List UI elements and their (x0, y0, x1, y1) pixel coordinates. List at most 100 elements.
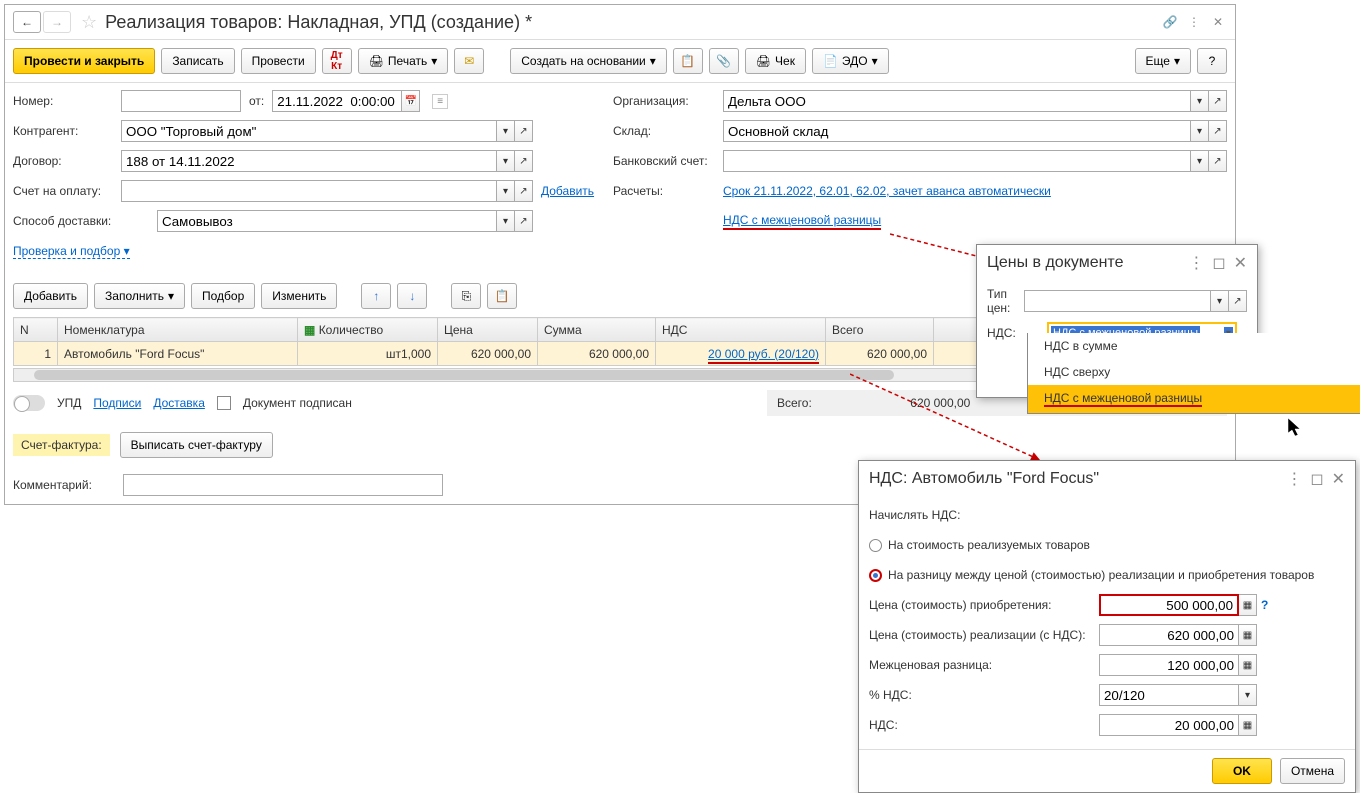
close-icon[interactable]: ✕ (1209, 15, 1227, 29)
price-acq-help-icon[interactable]: ? (1261, 598, 1268, 612)
print-button[interactable]: 🖨 Печать ▾ (358, 48, 449, 74)
more-button[interactable]: Еще ▾ (1135, 48, 1191, 74)
vat-pct-input[interactable] (1099, 684, 1239, 706)
contract-input[interactable] (121, 150, 497, 172)
col-sum[interactable]: Сумма (538, 318, 656, 342)
cell-price[interactable]: 620 000,00 (438, 342, 538, 366)
cell-qty[interactable]: 1,000 шт (298, 342, 438, 366)
price-acq-input[interactable] (1099, 594, 1239, 616)
bank-dropdown-icon[interactable]: ▾ (1191, 150, 1209, 172)
vat-option-diff[interactable]: НДС с межценовой разницы (1028, 385, 1360, 413)
delivery-input[interactable] (157, 210, 497, 232)
doc-signed-checkbox[interactable] (217, 396, 231, 410)
check-select-link[interactable]: Проверка и подбор ▾ (13, 244, 130, 259)
vat-option-in-sum[interactable]: НДС в сумме (1028, 333, 1360, 359)
cell-total[interactable]: 620 000,00 (826, 342, 934, 366)
upd-toggle[interactable] (13, 395, 45, 411)
post-button[interactable]: Провести (241, 48, 316, 74)
link-icon[interactable]: 🔗 (1161, 15, 1179, 29)
edo-button[interactable]: 📄 ЭДО ▾ (812, 48, 889, 74)
col-price[interactable]: Цена (438, 318, 538, 342)
move-down-button[interactable]: ↓ (397, 283, 427, 309)
comment-input[interactable] (123, 474, 443, 496)
col-vat[interactable]: НДС (656, 318, 826, 342)
vat-mode-link[interactable]: НДС с межценовой разницы (723, 213, 881, 230)
price-real-calc-icon[interactable]: ▦ (1239, 624, 1257, 646)
favorite-icon[interactable]: ☆ (81, 12, 97, 33)
move-up-button[interactable]: ↑ (361, 283, 391, 309)
diff-calc-icon[interactable]: ▦ (1239, 654, 1257, 676)
col-total[interactable]: Всего (826, 318, 934, 342)
price-type-dropdown-icon[interactable]: ▾ (1211, 290, 1229, 312)
nav-back-button[interactable]: ← (13, 11, 41, 33)
popup-more-icon[interactable]: ⋮ (1188, 253, 1204, 273)
ok-button[interactable]: OK (1212, 758, 1272, 784)
more-icon[interactable]: ⋮ (1185, 15, 1203, 29)
bank-input[interactable] (723, 150, 1191, 172)
price-type-input[interactable] (1024, 290, 1211, 312)
diff-input[interactable] (1099, 654, 1239, 676)
edit-button[interactable]: Изменить (261, 283, 337, 309)
contract-dropdown-icon[interactable]: ▾ (497, 150, 515, 172)
org-open-icon[interactable]: ↗ (1209, 90, 1227, 112)
popup-max-icon[interactable]: ◻ (1212, 253, 1225, 273)
contractor-dropdown-icon[interactable]: ▾ (497, 120, 515, 142)
add-row-button[interactable]: Добавить (13, 283, 88, 309)
paste-rows-button[interactable]: 📋 (487, 283, 517, 309)
contract-open-icon[interactable]: ↗ (515, 150, 533, 172)
check-button[interactable]: 🖨 Чек (745, 48, 806, 74)
delivery-open-icon[interactable]: ↗ (515, 210, 533, 232)
vat-amount-input[interactable] (1099, 714, 1239, 736)
vat-popup-more-icon[interactable]: ⋮ (1286, 469, 1302, 489)
cell-n[interactable]: 1 (14, 342, 58, 366)
add-invoice-link[interactable]: Добавить (541, 184, 594, 198)
vat-popup-max-icon[interactable]: ◻ (1310, 469, 1323, 489)
org-input[interactable] (723, 90, 1191, 112)
issue-invoice-button[interactable]: Выписать счет-фактуру (120, 432, 273, 458)
invoice-input[interactable] (121, 180, 497, 202)
save-button[interactable]: Записать (161, 48, 234, 74)
invoice-open-icon[interactable]: ↗ (515, 180, 533, 202)
vat-pct-dropdown-icon[interactable]: ▾ (1239, 684, 1257, 706)
help-button[interactable]: ? (1197, 48, 1227, 74)
bank-open-icon[interactable]: ↗ (1209, 150, 1227, 172)
vat-option-on-top[interactable]: НДС сверху (1028, 359, 1360, 385)
contractor-open-icon[interactable]: ↗ (515, 120, 533, 142)
contractor-input[interactable] (121, 120, 497, 142)
org-dropdown-icon[interactable]: ▾ (1191, 90, 1209, 112)
number-input[interactable] (121, 90, 241, 112)
delivery-dropdown-icon[interactable]: ▾ (497, 210, 515, 232)
vat-amount-calc-icon[interactable]: ▦ (1239, 714, 1257, 736)
calc-link[interactable]: Срок 21.11.2022, 62.01, 62.02, зачет ава… (723, 184, 1051, 198)
col-nomen[interactable]: Номенклатура (58, 318, 298, 342)
post-and-close-button[interactable]: Провести и закрыть (13, 48, 155, 74)
nav-forward-button[interactable]: → (43, 11, 71, 33)
col-qty[interactable]: ▦ Количество (298, 318, 438, 342)
delivery-link[interactable]: Доставка (153, 396, 205, 410)
cell-sum[interactable]: 620 000,00 (538, 342, 656, 366)
attach-button[interactable]: 📎 (709, 48, 739, 74)
warehouse-dropdown-icon[interactable]: ▾ (1191, 120, 1209, 142)
popup-close-icon[interactable]: ✕ (1234, 253, 1247, 273)
create-based-button[interactable]: Создать на основании ▾ (510, 48, 667, 74)
price-real-input[interactable] (1099, 624, 1239, 646)
copy-button[interactable]: 📋 (673, 48, 703, 74)
warehouse-input[interactable] (723, 120, 1191, 142)
vat-radio-diff[interactable] (869, 569, 882, 582)
dtct-button[interactable]: ДтКт (322, 48, 352, 74)
price-acq-calc-icon[interactable]: ▦ (1239, 594, 1257, 616)
date-input[interactable] (272, 90, 402, 112)
select-button[interactable]: Подбор (191, 283, 255, 309)
warehouse-open-icon[interactable]: ↗ (1209, 120, 1227, 142)
price-type-open-icon[interactable]: ↗ (1229, 290, 1247, 312)
vat-popup-close-icon[interactable]: ✕ (1332, 469, 1345, 489)
signatures-link[interactable]: Подписи (93, 396, 141, 410)
fill-button[interactable]: Заполнить ▾ (94, 283, 185, 309)
col-n[interactable]: N (14, 318, 58, 342)
cell-nomen[interactable]: Автомобиль "Ford Focus" (58, 342, 298, 366)
cancel-button[interactable]: Отмена (1280, 758, 1345, 784)
vat-radio-cost[interactable] (869, 539, 882, 552)
invoice-dropdown-icon[interactable]: ▾ (497, 180, 515, 202)
cell-vat[interactable]: 20 000 руб. (20/120) (656, 342, 826, 366)
copy-rows-button[interactable]: ⎘ (451, 283, 481, 309)
